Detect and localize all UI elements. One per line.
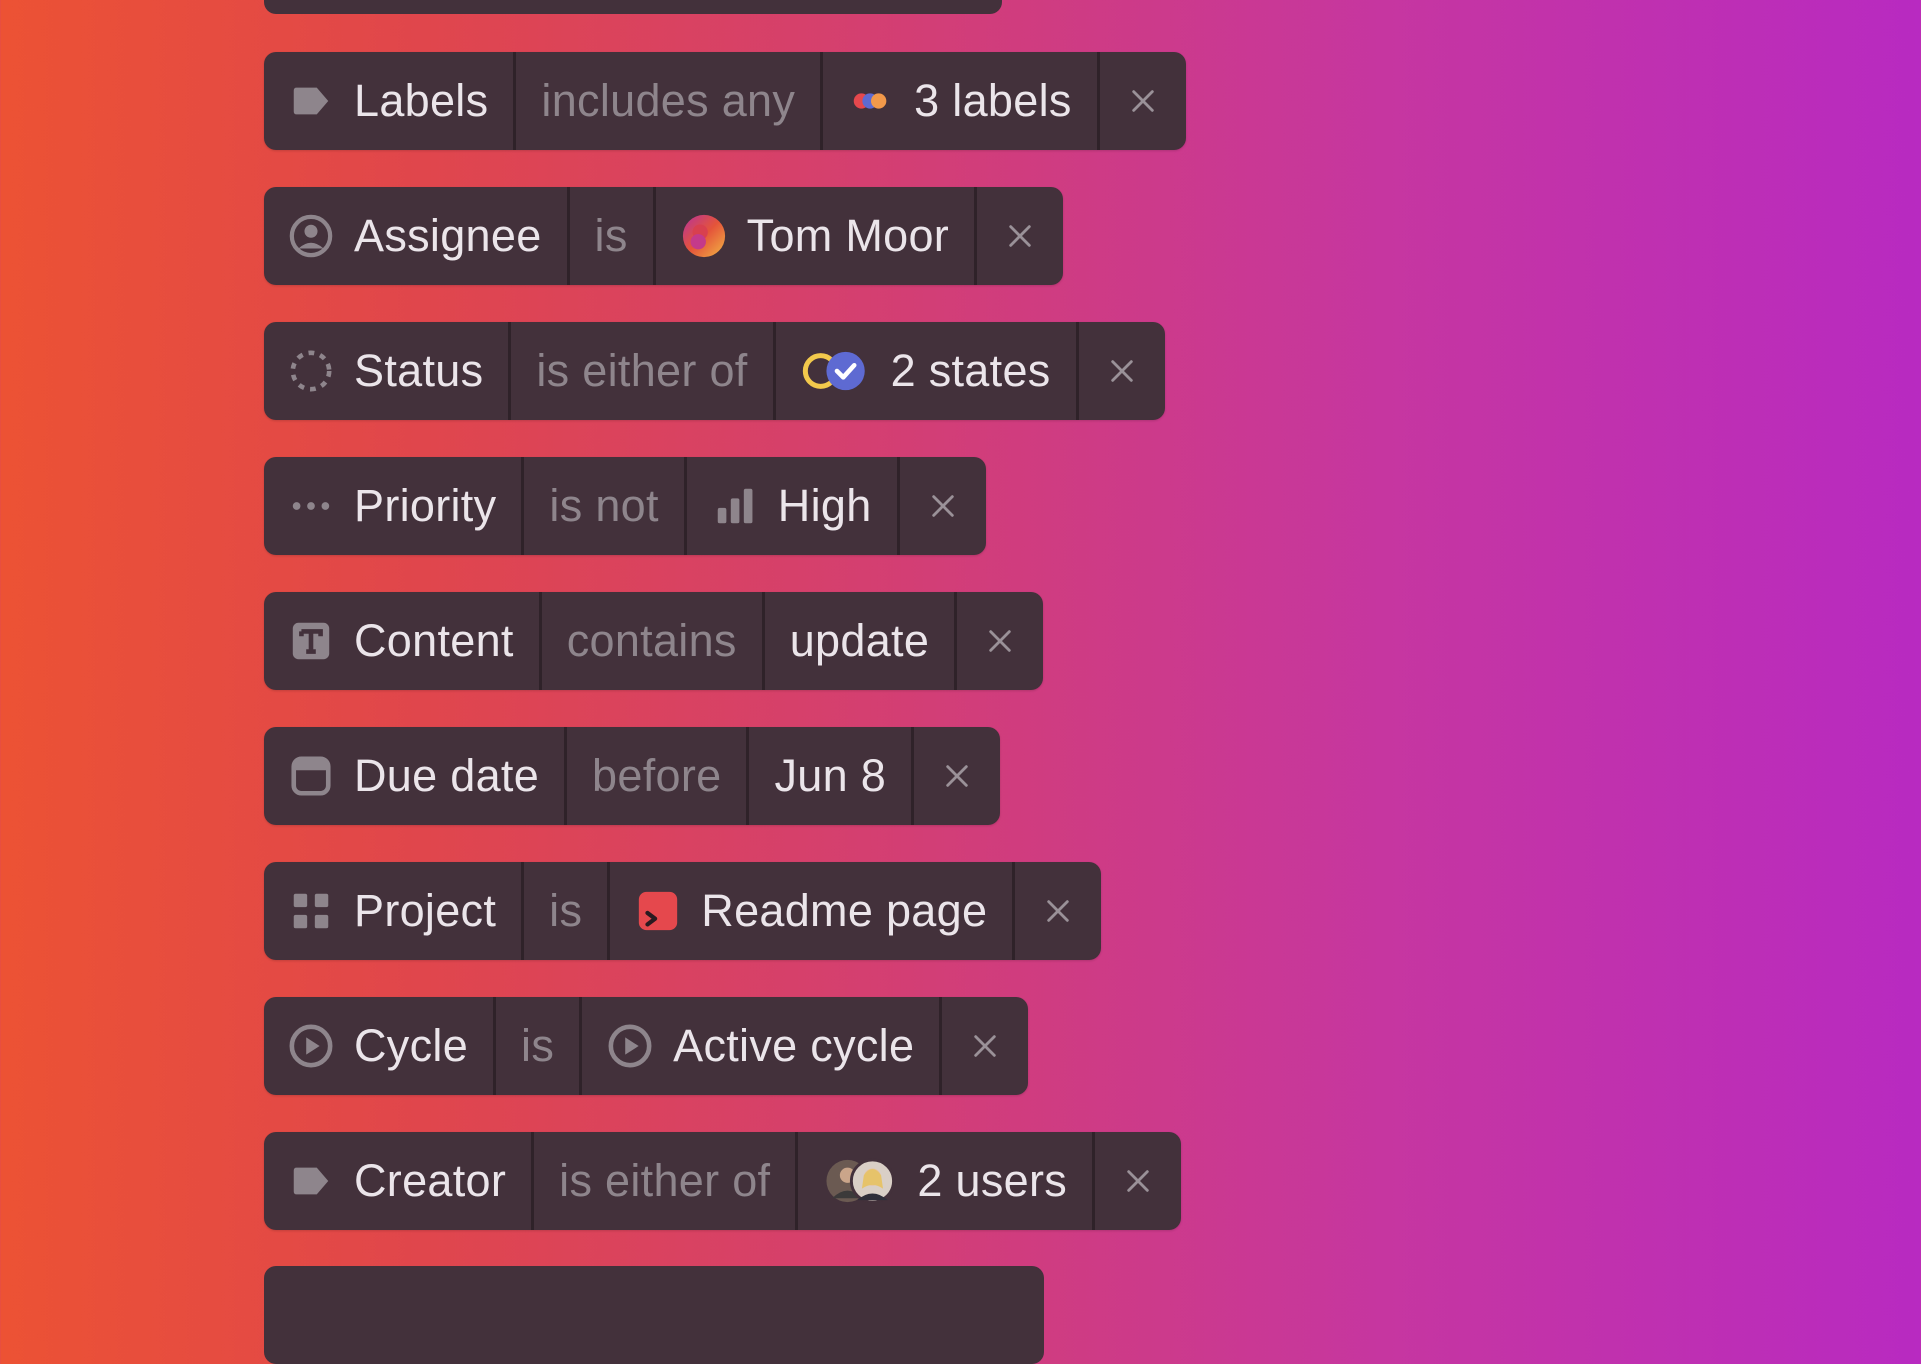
filter-operator-button[interactable]: is either of <box>508 322 772 420</box>
filter-value-label: Active cycle <box>673 1020 915 1071</box>
filter-value-label: Readme page <box>701 885 988 936</box>
filter-operator-button[interactable]: is not <box>521 457 683 555</box>
filter-field-button[interactable]: Labels <box>264 52 513 150</box>
filter-chip-labels: Labels includes any 3 labels <box>264 52 1186 150</box>
close-icon <box>943 762 971 790</box>
remove-filter-button[interactable] <box>1075 322 1165 420</box>
filter-operator-button[interactable]: contains <box>538 592 762 690</box>
filter-value-button[interactable]: Jun 8 <box>746 727 911 825</box>
filter-chip-creator: Creator is either of 2 users <box>264 1132 1182 1230</box>
filter-value-button[interactable]: 3 labels <box>820 52 1097 150</box>
filter-chip-partial-bottom <box>264 1266 1044 1364</box>
filter-field-button[interactable]: Creator <box>264 1132 531 1230</box>
remove-filter-button[interactable] <box>939 997 1028 1095</box>
close-icon <box>929 492 957 520</box>
remove-filter-button[interactable] <box>896 457 986 555</box>
remove-filter-button[interactable] <box>954 592 1043 690</box>
filter-field-label: Assignee <box>354 210 542 261</box>
filter-field-button[interactable]: Status <box>264 322 508 420</box>
tag-icon <box>288 78 334 124</box>
filter-field-label: Creator <box>354 1155 507 1206</box>
grid-icon <box>288 888 334 934</box>
filter-operator-label: before <box>592 750 722 801</box>
filter-field-button[interactable]: Project <box>264 862 521 960</box>
filter-chip-assignee: Assignee is Tom Moor <box>264 187 1064 285</box>
filter-operator-label: is <box>521 1020 555 1071</box>
filter-value-button[interactable]: 2 users <box>795 1132 1092 1230</box>
filter-operator-label: includes any <box>541 75 796 126</box>
filter-field-label: Cycle <box>354 1020 469 1071</box>
filter-operator-label: is either of <box>536 345 748 396</box>
calendar-icon <box>288 753 334 799</box>
filter-operator-label: contains <box>566 615 737 666</box>
label-dots-icon <box>848 78 894 124</box>
filter-value-button[interactable]: High <box>683 457 897 555</box>
user-avatars-icon <box>823 1158 897 1204</box>
filter-field-button[interactable]: Assignee <box>264 187 567 285</box>
filter-value-button[interactable]: 2 states <box>772 322 1076 420</box>
filter-value-label: High <box>777 480 872 531</box>
filter-chip-cycle: Cycle is Active cycle <box>264 997 1029 1095</box>
play-circle-icon <box>288 1023 334 1069</box>
filter-value-label: 2 states <box>890 345 1051 396</box>
filter-operator-button[interactable]: is <box>566 187 653 285</box>
close-icon <box>1108 357 1136 385</box>
filter-value-button[interactable]: update <box>761 592 954 690</box>
status-states-icon <box>801 348 871 394</box>
filter-operator-label: is <box>549 885 583 936</box>
filter-value-label: update <box>789 615 930 666</box>
play-circle-icon <box>607 1023 653 1069</box>
remove-filter-button[interactable] <box>1096 52 1186 150</box>
filter-value-label: 3 labels <box>914 75 1072 126</box>
filter-field-button[interactable]: Cycle <box>264 997 493 1095</box>
filter-chip-partial-top <box>264 0 1002 14</box>
filter-operator-button[interactable]: is <box>521 862 607 960</box>
remove-filter-button[interactable] <box>911 727 1000 825</box>
tag-icon <box>288 1158 334 1204</box>
filter-value-label: 2 users <box>917 1155 1068 1206</box>
filter-operator-label: is not <box>549 480 659 531</box>
filter-value-button[interactable]: Tom Moor <box>652 187 974 285</box>
filter-operator-button[interactable]: is either of <box>531 1132 795 1230</box>
filter-field-label: Content <box>354 615 514 666</box>
avatar-icon <box>681 213 727 259</box>
remove-filter-button[interactable] <box>974 187 1063 285</box>
filter-value-button[interactable]: Readme page <box>607 862 1012 960</box>
filter-chip-content: Content contains update <box>264 592 1044 690</box>
filter-value-button[interactable]: Active cycle <box>579 997 939 1095</box>
remove-filter-button[interactable] <box>1012 862 1101 960</box>
filter-operator-label: is <box>594 210 628 261</box>
filter-chip-project: Project is Readme page <box>264 862 1102 960</box>
close-icon <box>971 1032 999 1060</box>
text-box-icon <box>288 618 334 664</box>
filter-chip-status: Status is either of 2 states <box>264 322 1165 420</box>
project-terminal-icon <box>635 888 681 934</box>
filter-field-button[interactable]: Due date <box>264 727 564 825</box>
dots-icon <box>288 483 334 529</box>
filter-operator-label: is either of <box>559 1155 771 1206</box>
filter-field-label: Status <box>354 345 484 396</box>
filter-operator-button[interactable]: includes any <box>513 52 820 150</box>
filter-field-label: Priority <box>354 480 497 531</box>
filter-chip-priority: Priority is not High <box>264 457 986 555</box>
filter-field-label: Labels <box>354 75 489 126</box>
filter-field-label: Due date <box>354 750 540 801</box>
close-icon <box>1044 897 1072 925</box>
filter-field-button[interactable]: Priority <box>264 457 521 555</box>
filter-field-label: Project <box>354 885 497 936</box>
close-icon <box>1006 222 1034 250</box>
filter-operator-button[interactable]: is <box>493 997 579 1095</box>
filter-value-label: Jun 8 <box>774 750 887 801</box>
filter-field-button[interactable]: Content <box>264 592 539 690</box>
filter-value-label: Tom Moor <box>746 210 950 261</box>
filter-operator-button[interactable]: before <box>564 727 746 825</box>
filter-chip-due-date: Due date before Jun 8 <box>264 727 1001 825</box>
close-icon <box>986 627 1014 655</box>
close-icon <box>1129 87 1157 115</box>
close-icon <box>1124 1167 1152 1195</box>
remove-filter-button[interactable] <box>1092 1132 1181 1230</box>
dashed-circle-icon <box>288 348 334 394</box>
user-circle-icon <box>288 213 334 259</box>
signal-bars-icon <box>712 483 758 529</box>
